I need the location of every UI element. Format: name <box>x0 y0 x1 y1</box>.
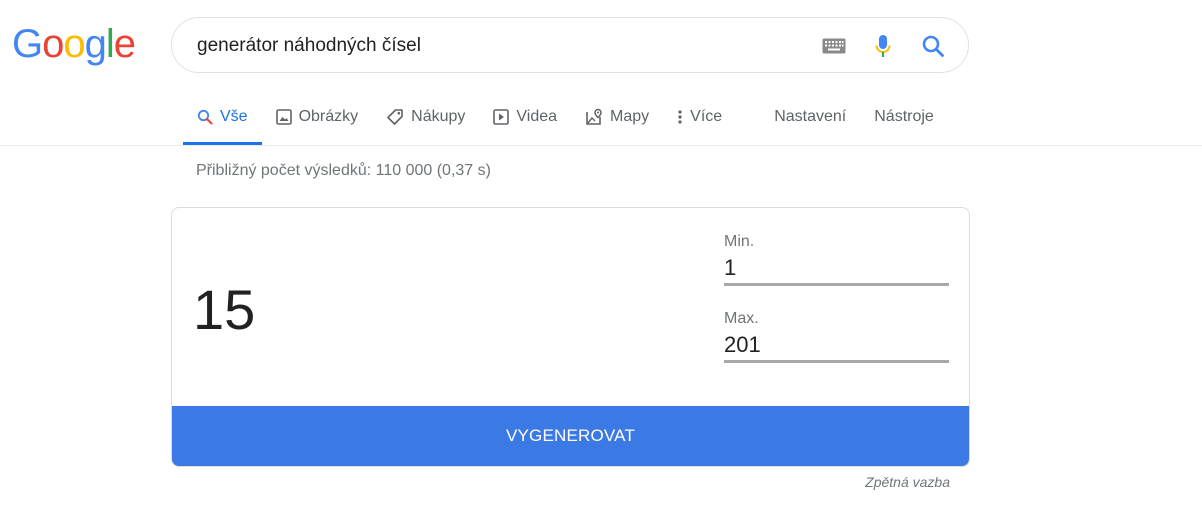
search-tabs: Vše Obrázky Nákupy Videa Mapy Více Nasta… <box>183 96 948 146</box>
settings-link[interactable]: Nastavení <box>760 96 860 138</box>
logo-letter: e <box>113 22 136 66</box>
min-label: Min. <box>724 233 755 250</box>
image-icon <box>275 109 292 125</box>
search-box <box>171 17 969 73</box>
search-icon[interactable] <box>919 32 947 60</box>
max-field: Max. <box>724 309 949 363</box>
logo-letter: G <box>12 22 43 66</box>
tab-label: Obrázky <box>298 108 359 125</box>
tab-label: Mapy <box>610 108 650 125</box>
tag-icon <box>386 108 404 126</box>
search-results-page: Google generátor náhodných čísel Vše Obr… <box>0 0 1202 515</box>
tab-label: Nákupy <box>411 108 466 125</box>
logo-letter: o <box>42 22 64 66</box>
keyboard-icon[interactable] <box>820 32 848 60</box>
tab-label: Videa <box>516 108 558 125</box>
search-icon <box>197 109 213 125</box>
tab-videos[interactable]: Videa <box>479 96 571 138</box>
more-vert-icon <box>677 109 683 125</box>
search-input[interactable] <box>197 34 797 58</box>
min-input[interactable] <box>724 252 949 286</box>
generate-button[interactable]: VYGENEROVAT <box>172 406 969 466</box>
min-field: Min. <box>724 232 949 286</box>
max-label: Max. <box>724 310 759 327</box>
map-pin-icon <box>585 108 603 126</box>
generated-number: 15 <box>193 278 256 341</box>
logo-letter: g <box>84 22 107 66</box>
tools-link[interactable]: Nástroje <box>860 96 948 138</box>
tab-more[interactable]: Více <box>663 96 736 138</box>
tab-all[interactable]: Vše <box>183 96 262 145</box>
tools-label: Nástroje <box>874 108 934 125</box>
tab-label: Vše <box>220 108 248 125</box>
max-input[interactable] <box>724 329 949 363</box>
random-number-generator: 15 Min. Max. VYGENEROVAT <box>171 207 970 467</box>
microphone-icon[interactable] <box>869 32 897 60</box>
google-logo[interactable]: Google <box>12 22 136 66</box>
tab-shopping[interactable]: Nákupy <box>372 96 479 138</box>
settings-label: Nastavení <box>774 108 847 125</box>
play-icon <box>493 109 510 125</box>
logo-letter: o <box>63 22 85 66</box>
feedback-link[interactable]: Zpětná vazba <box>865 474 950 490</box>
result-stats: Přibližný počet výsledků: 110 000 (0,37 … <box>196 162 491 179</box>
tab-label: Více <box>690 108 723 125</box>
logo-letter: l <box>105 22 115 66</box>
header-divider <box>0 145 1202 146</box>
tab-images[interactable]: Obrázky <box>262 96 373 138</box>
tab-maps[interactable]: Mapy <box>571 96 663 138</box>
